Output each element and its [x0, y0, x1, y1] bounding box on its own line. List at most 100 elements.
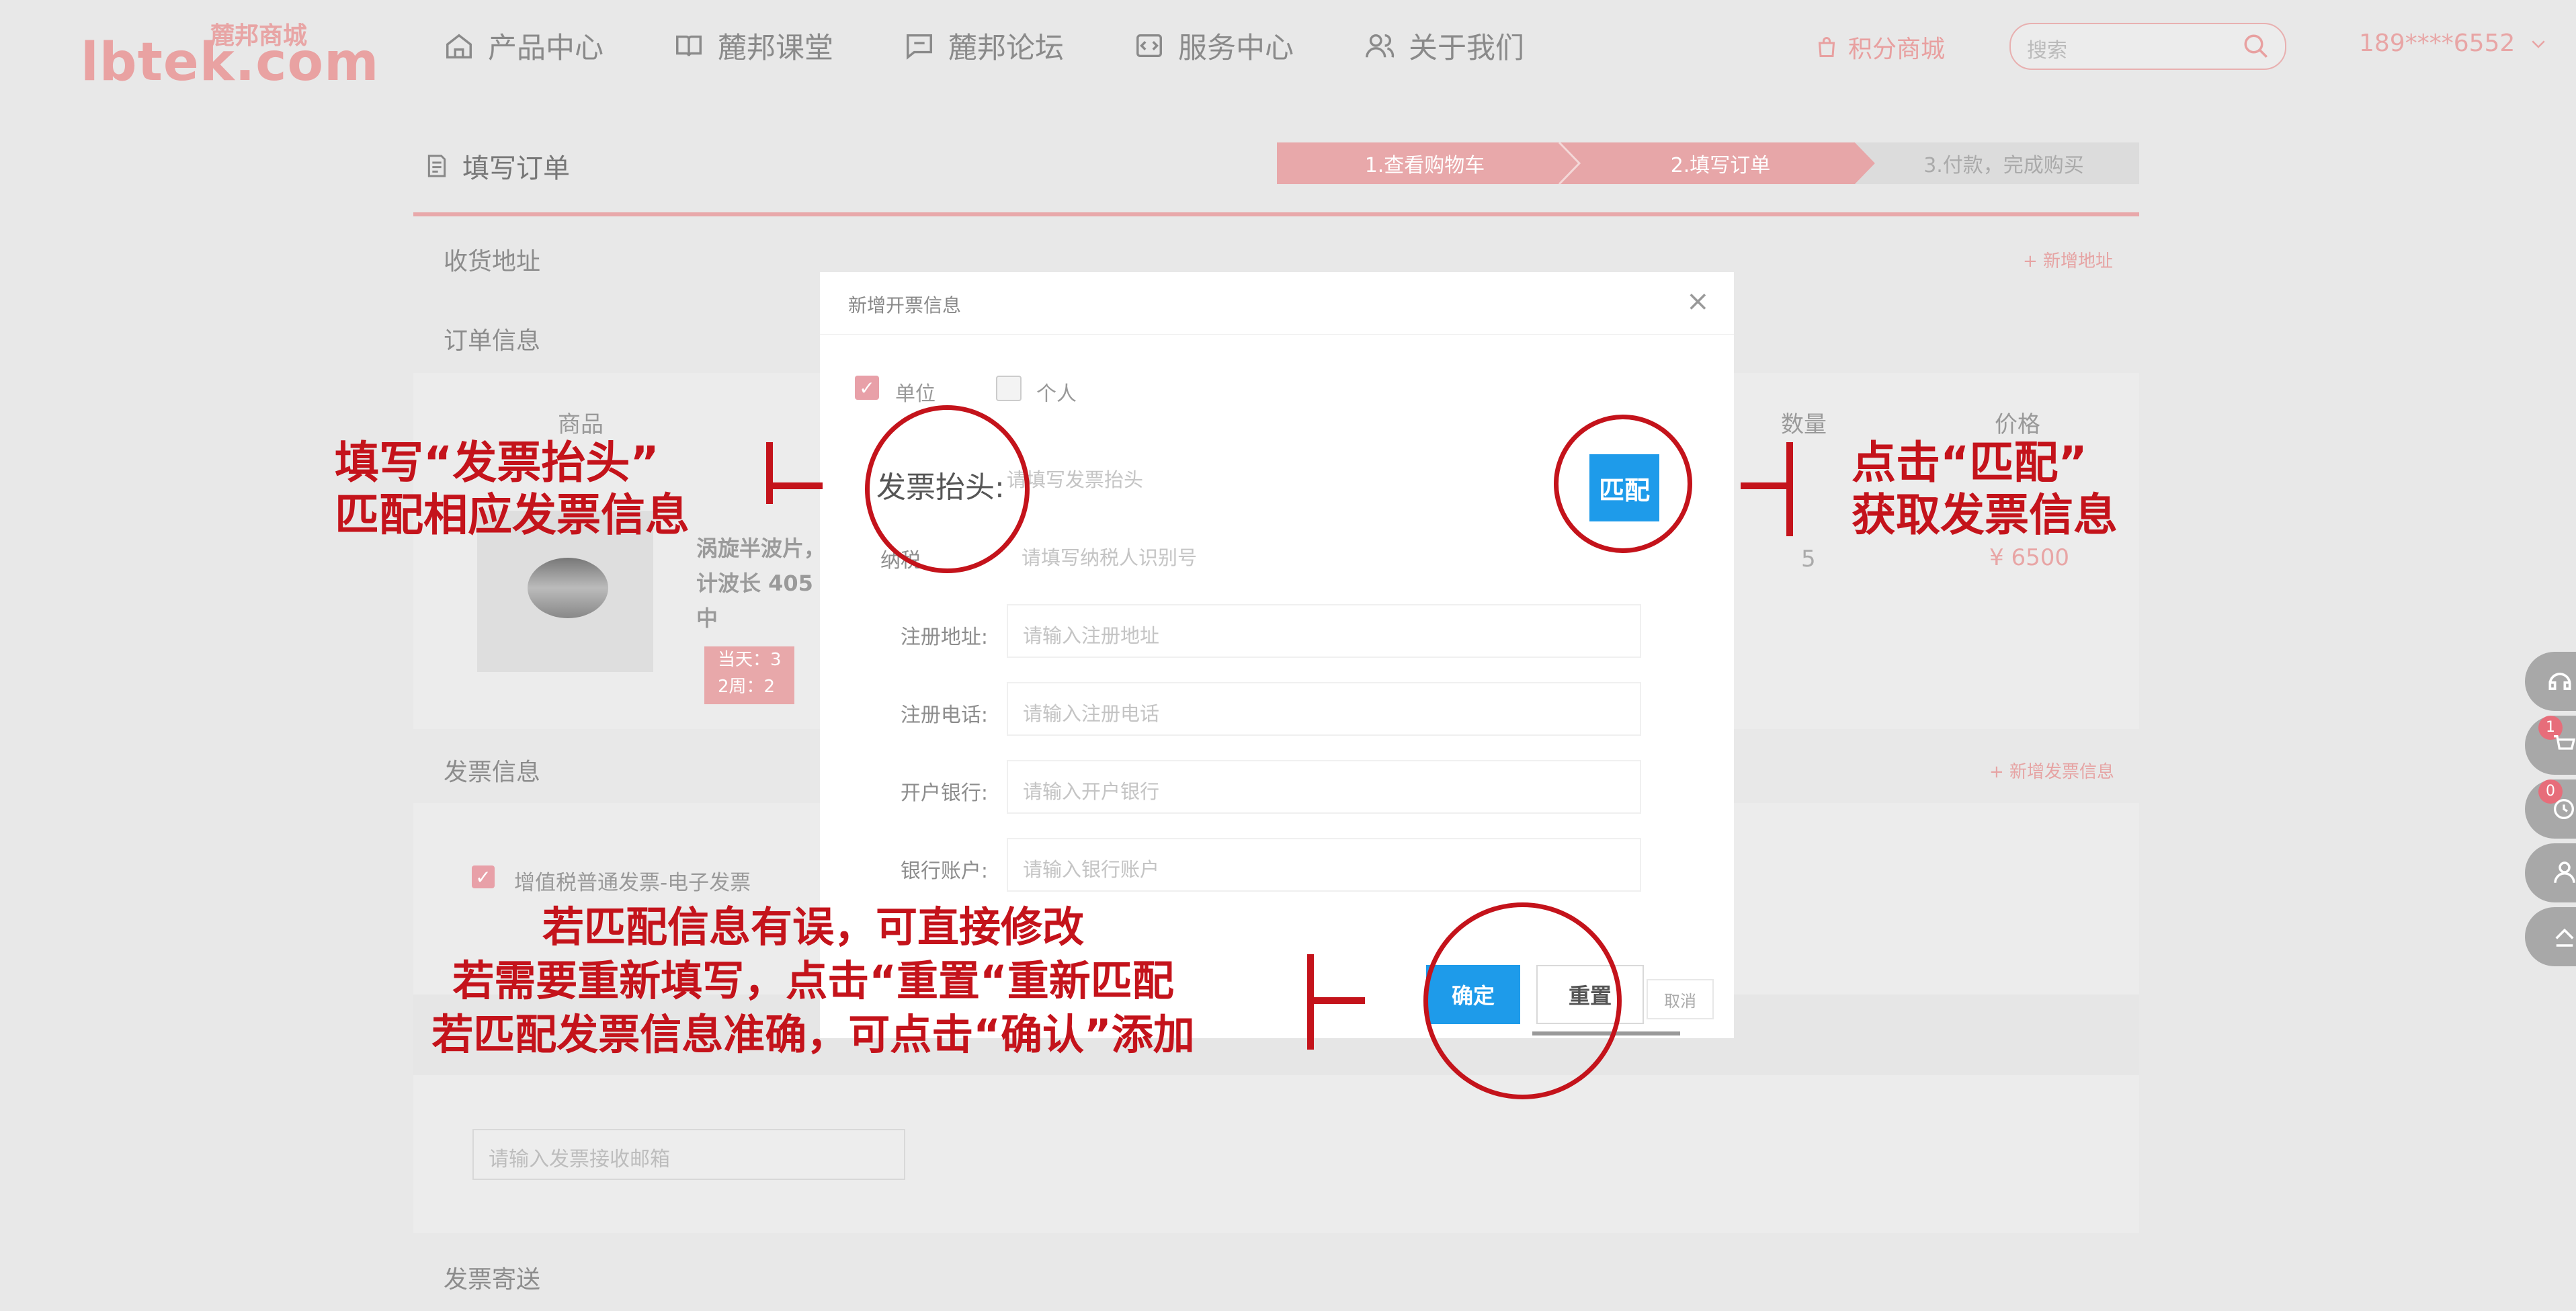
product-line: 计波长 405 n	[696, 570, 836, 596]
points-mall-link[interactable]: 积分商城	[1815, 30, 1945, 65]
bank-placeholder: 请输入开户银行	[1023, 780, 1160, 803]
step-2: 2.填写订单	[1670, 154, 1771, 177]
invoice-type-checkbox[interactable]: ✓	[472, 865, 495, 888]
nav-products[interactable]: 产品中心	[444, 27, 604, 65]
user-menu[interactable]: 189****6552	[2359, 30, 2548, 57]
points-mall-label: 积分商城	[1848, 36, 1946, 63]
tax-id-placeholder: 请填写纳税人识别号	[1022, 546, 1198, 569]
bag-icon	[1818, 37, 1835, 57]
stock-badge: 当天：3 2周：2	[704, 646, 794, 704]
reg-address-label: 注册地址:	[900, 626, 988, 649]
type-personal-checkbox[interactable]	[996, 376, 1022, 401]
side-headset-button[interactable]	[2525, 652, 2576, 711]
order-info-heading: 订单信息	[444, 327, 541, 355]
nav-forum[interactable]: 麓邦论坛	[904, 27, 1064, 65]
modal-title: 新增开票信息	[848, 294, 962, 316]
shipping-address-heading: 收货地址	[444, 248, 541, 276]
bank-input[interactable]: 请输入开户银行	[1007, 760, 1641, 814]
nav-service[interactable]: 服务中心	[1134, 27, 1294, 65]
tax-id-input[interactable]: 请填写纳税人识别号	[1007, 527, 1612, 581]
annotation-bottom: 若匹配信息有误，可直接修改 若需要重新填写，点击“重置“重新匹配 若匹配发票信息…	[329, 900, 1297, 1062]
page-title: 填写订单	[462, 153, 570, 184]
annotation-line: 若匹配信息有误，可直接修改	[542, 902, 1084, 951]
stock-line: 2周：2	[718, 677, 776, 697]
highlight-circle-buttons	[1423, 902, 1622, 1099]
side-history-button[interactable]: 0	[2525, 779, 2576, 839]
page-title-wrap: 填写订单	[423, 146, 570, 185]
form-icon	[427, 155, 446, 177]
user-icon	[2554, 861, 2575, 883]
nav-label: 麓邦论坛	[948, 32, 1064, 65]
annotation-line: 点击“匹配”	[1852, 437, 2087, 489]
reg-phone-label: 注册电话:	[900, 704, 988, 727]
add-address-link[interactable]: + 新增地址	[2023, 247, 2113, 272]
reg-address-placeholder: 请输入注册地址	[1023, 624, 1160, 647]
reg-phone-input[interactable]: 请输入注册电话	[1007, 682, 1641, 736]
col-quantity: 数量	[1781, 411, 1827, 438]
annotation-line: 若需要重新填写，点击“重置“重新匹配	[452, 956, 1174, 1005]
top-nav: 麓邦商城 lbtek.com 产品中心 麓邦课堂 麓邦论坛 服务中心 关于我们 …	[0, 0, 2576, 93]
invoice-type-label: 增值税普通发票-电子发票	[514, 871, 751, 895]
code-icon	[1136, 34, 1162, 58]
invoice-delivery-heading: 发票寄送	[444, 1266, 541, 1294]
user-phone: 189****6552	[2359, 30, 2516, 57]
annotation-line: 获取发票信息	[1852, 489, 2118, 541]
highlight-circle-match	[1554, 415, 1692, 553]
type-company-label: 单位	[895, 382, 936, 406]
step-1: 1.查看购物车	[1364, 154, 1485, 177]
nav-about[interactable]: 关于我们	[1364, 27, 1524, 65]
headset-icon	[2548, 673, 2571, 690]
col-price: 价格	[1995, 411, 2040, 438]
annotation-line: 匹配相应发票信息	[335, 489, 690, 541]
users-icon	[1366, 34, 1395, 58]
search-icon[interactable]	[2242, 32, 2270, 60]
bracket-right-vertical	[1786, 442, 1793, 536]
account-input[interactable]: 请输入银行账户	[1007, 838, 1641, 892]
product-line: 中	[696, 605, 718, 631]
close-icon[interactable]: ×	[1686, 287, 1710, 315]
modal-header: 新增开票信息 ×	[820, 272, 1734, 335]
back-to-top-icon	[2555, 928, 2574, 947]
title-divider	[413, 212, 2139, 216]
stock-line: 当天：3	[718, 650, 782, 670]
bracket-right-horizontal	[1741, 482, 1793, 489]
col-product: 商品	[558, 411, 604, 438]
nav-label: 关于我们	[1409, 32, 1524, 65]
chat-icon	[907, 34, 932, 60]
side-top-button[interactable]	[2525, 907, 2576, 966]
add-invoice-link[interactable]: + 新增发票信息	[1989, 758, 2114, 783]
step-3: 3.付款，完成购买	[1923, 154, 2084, 177]
invoice-title-input[interactable]: 请填写发票抬头	[1007, 450, 1612, 503]
annotation-line: 填写“发票抬头”	[335, 437, 659, 489]
annotation-line: 若匹配发票信息准确，可点击“确认”添加	[431, 1010, 1195, 1059]
nav-label: 服务中心	[1178, 32, 1294, 65]
book-icon	[676, 35, 702, 56]
bank-label: 开户银行:	[900, 781, 988, 805]
product-lens	[528, 558, 608, 618]
product-name[interactable]: 涡旋半波片， 计波长 405 n 中	[696, 531, 836, 636]
email-placeholder: 请输入发票接收邮箱	[489, 1148, 670, 1171]
search-input[interactable]: 搜索	[2009, 23, 2286, 70]
invoice-info-heading: 发票信息	[444, 759, 541, 786]
logo[interactable]: lbtek.com	[81, 32, 379, 93]
nav-label: 麓邦课堂	[718, 32, 833, 65]
type-company-checkbox[interactable]: ✓	[855, 376, 879, 400]
side-cart-button[interactable]: 1	[2525, 716, 2576, 775]
bracket-left-vertical	[766, 442, 773, 504]
side-user-button[interactable]	[2525, 843, 2576, 902]
email-input[interactable]: 请输入发票接收邮箱	[472, 1129, 905, 1180]
account-label: 银行账户:	[900, 859, 988, 883]
quantity-value: 5	[1801, 546, 1816, 573]
reg-phone-placeholder: 请输入注册电话	[1023, 702, 1160, 725]
nav-classroom[interactable]: 麓邦课堂	[673, 27, 833, 65]
reg-address-input[interactable]: 请输入注册地址	[1007, 604, 1641, 658]
order-steps: 1.查看购物车 2.填写订单 3.付款，完成购买	[1277, 142, 2139, 184]
history-icon	[2554, 799, 2574, 819]
cancel-button[interactable]: 取消	[1647, 979, 1714, 1019]
bracket-bottom-horizontal	[1307, 997, 1365, 1004]
highlight-circle-title	[865, 405, 1030, 573]
type-personal-label: 个人	[1036, 382, 1077, 406]
price-value: ¥ 6500	[1989, 544, 2069, 571]
product-line: 涡旋半波片，	[696, 536, 826, 561]
chevron-down-icon	[2532, 40, 2545, 48]
